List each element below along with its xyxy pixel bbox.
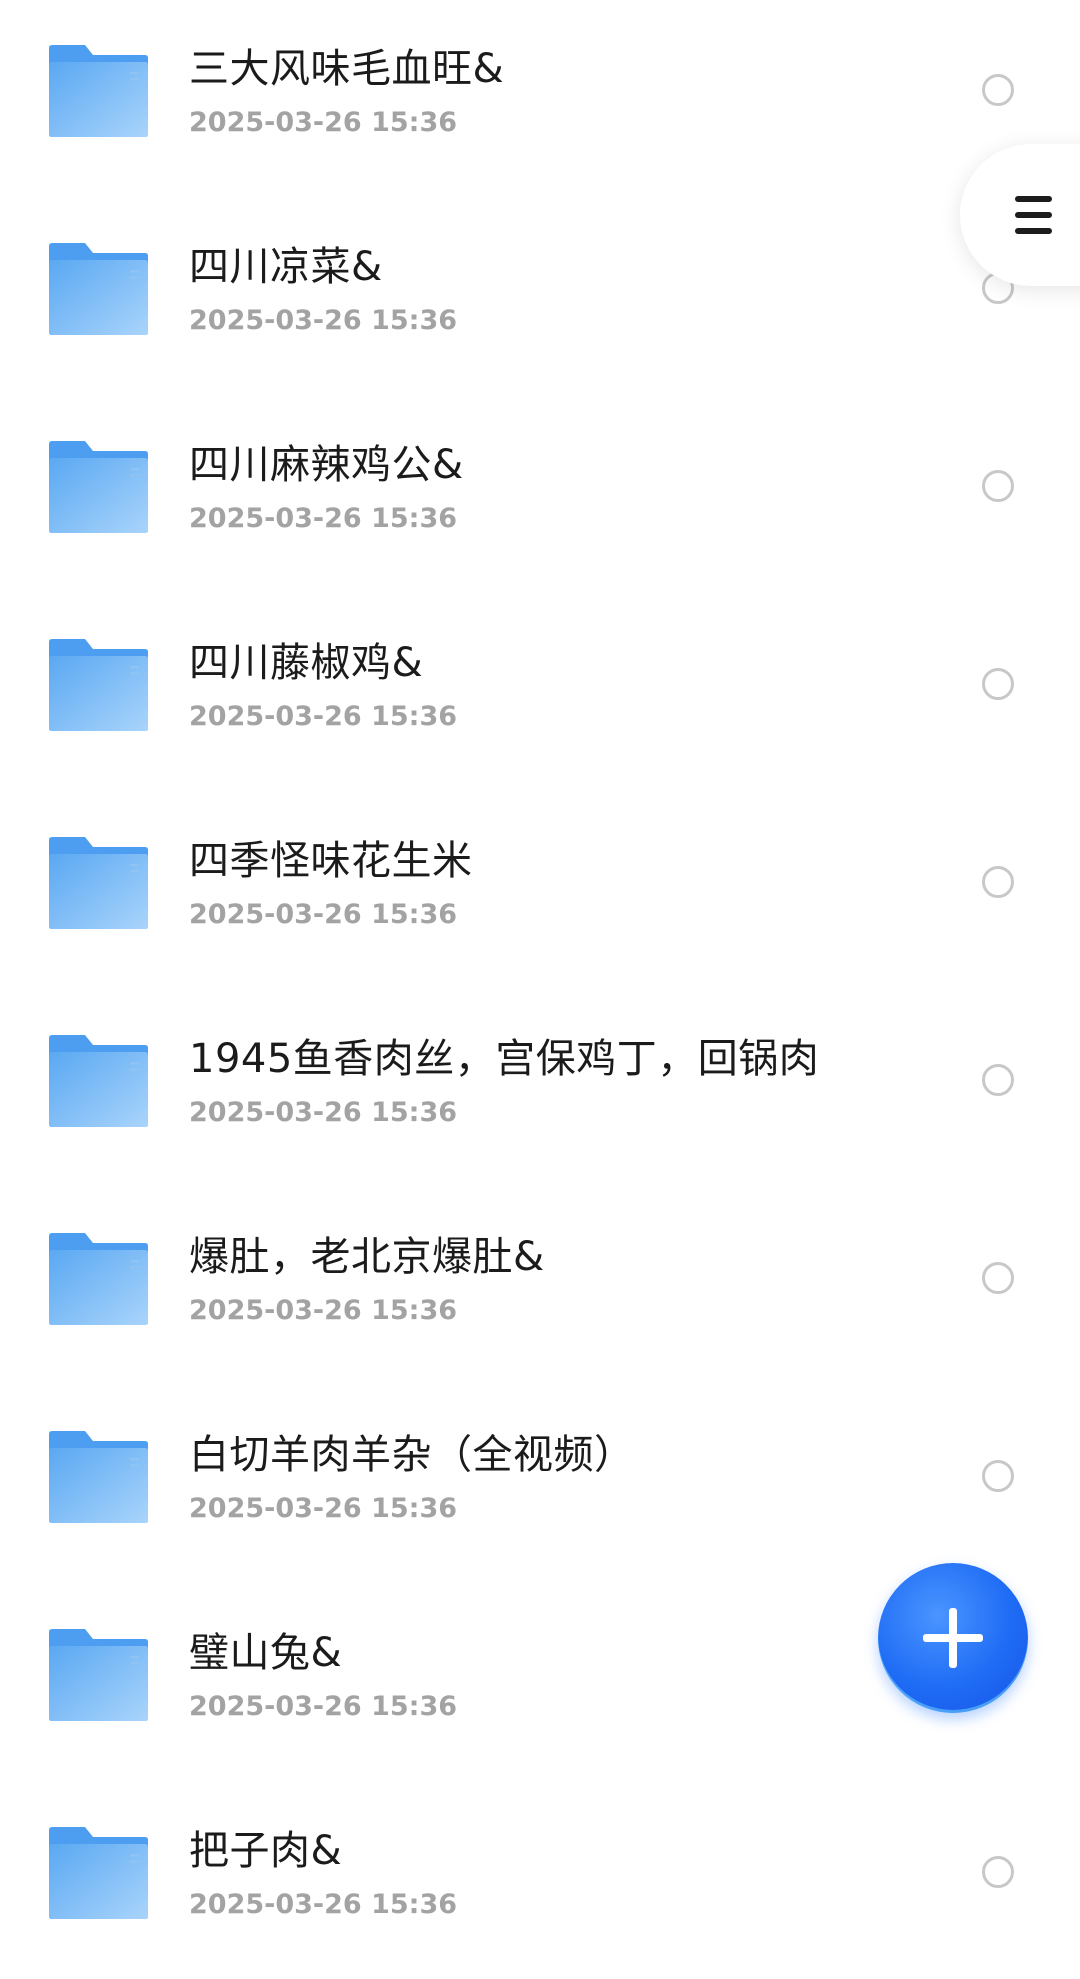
file-row[interactable]: 白切羊肉羊杂（全视频） 2025-03-26 15:36 [0,1385,1080,1583]
folder-icon [49,1233,148,1325]
folder-icon [49,837,148,929]
select-radio[interactable] [982,470,1014,502]
folder-icon [49,441,148,533]
file-row[interactable]: 四季怪味花生米 2025-03-26 15:36 [0,791,1080,989]
file-date: 2025-03-26 15:36 [189,1097,458,1128]
file-row[interactable]: 1945鱼香肉丝，宫保鸡丁，回锅肉 2025-03-26 15:36 [0,989,1080,1187]
folder-icon [49,1431,148,1523]
folder-icon [49,45,148,137]
file-row[interactable]: 四川藤椒鸡& 2025-03-26 15:36 [0,593,1080,791]
file-name: 1945鱼香肉丝，宫保鸡丁，回锅肉 [189,1036,820,1082]
file-name: 把子肉& [189,1828,343,1874]
file-date: 2025-03-26 15:36 [189,305,458,336]
folder-icon [49,1629,148,1721]
file-name: 白切羊肉羊杂（全视频） [189,1432,635,1478]
file-date: 2025-03-26 15:36 [189,1691,458,1722]
select-radio[interactable] [982,1460,1014,1492]
file-name: 四季怪味花生米 [189,838,473,884]
file-name: 四川凉菜& [189,244,383,290]
file-name: 爆肚，老北京爆肚& [189,1234,545,1280]
file-date: 2025-03-26 15:36 [189,1295,458,1326]
select-radio[interactable] [982,1064,1014,1096]
select-radio[interactable] [982,668,1014,700]
file-row[interactable]: 三大风味毛血旺& 2025-03-26 15:36 [0,0,1080,197]
file-row[interactable]: 四川麻辣鸡公& 2025-03-26 15:36 [0,395,1080,593]
file-date: 2025-03-26 15:36 [189,701,458,732]
file-date: 2025-03-26 15:36 [189,107,458,138]
file-date: 2025-03-26 15:36 [189,503,458,534]
select-radio[interactable] [982,74,1014,106]
file-row[interactable]: 把子肉& 2025-03-26 15:36 [0,1781,1080,1979]
add-button[interactable] [878,1563,1028,1713]
file-name: 四川藤椒鸡& [189,640,424,686]
folder-icon [49,243,148,335]
folder-icon [49,1035,148,1127]
file-date: 2025-03-26 15:36 [189,1493,458,1524]
folder-icon [49,639,148,731]
select-radio[interactable] [982,1856,1014,1888]
file-name: 璧山兔& [189,1630,343,1676]
file-name: 四川麻辣鸡公& [189,442,464,488]
folder-icon [49,1827,148,1919]
select-radio[interactable] [982,866,1014,898]
select-radio[interactable] [982,1262,1014,1294]
file-row[interactable]: 爆肚，老北京爆肚& 2025-03-26 15:36 [0,1187,1080,1385]
file-row[interactable]: 四川凉菜& 2025-03-26 15:36 [0,197,1080,395]
file-name: 三大风味毛血旺& [189,46,505,92]
file-date: 2025-03-26 15:36 [189,899,458,930]
